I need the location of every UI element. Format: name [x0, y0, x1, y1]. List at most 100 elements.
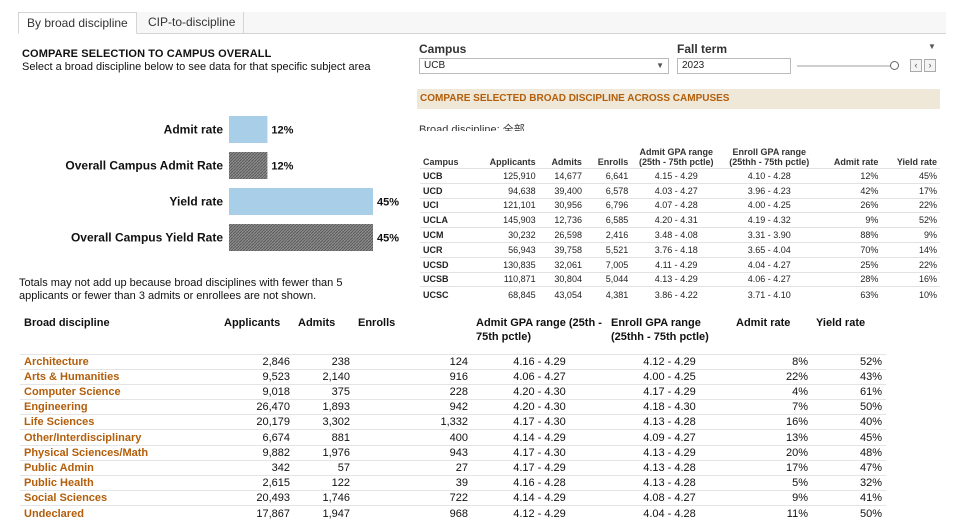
table-cell-applicants: 145,903	[472, 212, 539, 228]
table-row[interactable]: UCM 30,232 26,598 2,416 3.48 - 4.08 3.31 - 3.…	[420, 227, 940, 243]
discipline-link[interactable]: Arts & Humanities	[20, 368, 220, 385]
table-cell-admit-gpa: 4.20 - 4.30	[472, 383, 607, 400]
table-cell-enrolls: 6,796	[584, 197, 632, 213]
column-header[interactable]: Admits	[294, 316, 354, 350]
table-cell-applicants: 94,638	[472, 182, 539, 199]
discipline-link[interactable]: Undeclared	[20, 505, 220, 522]
table-cell-admits: 30,956	[538, 197, 585, 213]
bar[interactable]	[229, 188, 373, 215]
table-cell-campus: UCI	[420, 197, 473, 213]
table-cell-admit-gpa: 4.13 - 4.29	[631, 271, 722, 287]
table-cell-applicants: 125,910	[472, 168, 539, 184]
column-header: Campus	[423, 157, 459, 167]
table-row[interactable]: Computer Science 9,018 375 228 4.20 - 4.30 4.…	[20, 383, 886, 400]
table-row[interactable]: Public Admin 342 57 27 4.17 - 4.29 4.13 - 4.2…	[20, 459, 886, 476]
fall-term-value: 2023	[682, 60, 705, 71]
table-cell-enrolls: 2,416	[584, 227, 632, 243]
discipline-link[interactable]: Computer Science	[20, 383, 220, 400]
column-header[interactable]: Yield rate	[812, 316, 886, 350]
column-header[interactable]: Enrolls	[354, 316, 472, 350]
bar[interactable]	[229, 152, 268, 179]
discipline-link[interactable]: Social Sciences	[20, 490, 220, 506]
chevron-left-icon[interactable]: ‹	[910, 59, 922, 72]
chevron-right-icon[interactable]: ›	[924, 59, 936, 72]
campus-select[interactable]: UCB ▼	[419, 58, 669, 74]
column-header: Admit rate	[833, 157, 879, 167]
bar[interactable]	[229, 224, 373, 251]
table-cell-enrolls: 27	[354, 459, 472, 476]
discipline-link[interactable]: Other/Interdisciplinary	[20, 429, 220, 446]
table-row[interactable]: UCI 121,101 30,956 6,796 4.07 - 4.28 4.00 - 4…	[420, 197, 940, 213]
table-row[interactable]: UCSB 110,871 30,804 5,044 4.13 - 4.29 4.06 - …	[420, 271, 940, 287]
table-cell-yield-rate: 50%	[812, 505, 886, 522]
table-cell-admits: 122	[294, 474, 354, 491]
table-row[interactable]: Other/Interdisciplinary 6,674 881 400 4.14 -…	[20, 429, 886, 446]
table-row[interactable]: UCD 94,638 39,400 6,578 4.03 - 4.27 3.96 - 4.…	[420, 182, 940, 199]
table-row[interactable]: Social Sciences 20,493 1,746 722 4.14 - 4.29…	[20, 490, 886, 506]
table-cell-admits: 32,061	[538, 256, 585, 273]
table-row[interactable]: Architecture 2,846 238 124 4.16 - 4.29 4.12 -…	[20, 353, 886, 370]
table-cell-admit-rate: 26%	[817, 197, 882, 213]
column-header[interactable]: Enroll GPA range (25thh - 75th pctle)	[607, 316, 732, 350]
table-cell-admit-gpa: 4.20 - 4.30	[472, 399, 607, 415]
chevron-down-icon[interactable]: ▼	[928, 42, 936, 51]
term-slider-track[interactable]	[797, 65, 893, 67]
table-row[interactable]: Undeclared 17,867 1,947 968 4.12 - 4.29 4.04 …	[20, 505, 886, 522]
column-header[interactable]: Admit GPA range (25th - 75th pctle)	[472, 316, 607, 350]
table-cell-enrolls: 722	[354, 490, 472, 506]
table-cell-applicants: 9,018	[220, 383, 294, 400]
discipline-link[interactable]: Public Health	[20, 474, 220, 491]
table-cell-admit-gpa: 4.17 - 4.29	[472, 459, 607, 476]
fall-term-input[interactable]: 2023	[677, 58, 791, 74]
table-cell-admit-gpa: 3.48 - 4.08	[631, 227, 722, 243]
table-cell-yield-rate: 9%	[881, 227, 940, 243]
term-slider-handle[interactable]	[890, 61, 899, 70]
tab-by-broad-discipline[interactable]: By broad discipline	[18, 12, 137, 34]
discipline-link[interactable]: Engineering	[20, 399, 220, 415]
table-cell-admit-gpa: 4.11 - 4.29	[631, 256, 722, 273]
table-row[interactable]: UCR 56,943 39,758 5,521 3.76 - 4.18 3.65 - 4.…	[420, 241, 940, 258]
table-row[interactable]: Life Sciences 20,179 3,302 1,332 4.17 - 4.30…	[20, 414, 886, 430]
table-row[interactable]: UCSC 68,845 43,054 4,381 3.86 - 4.22 3.71 - 4…	[420, 286, 940, 302]
table-cell-admit-rate: 63%	[817, 286, 882, 302]
table-cell-enroll-gpa: 4.10 - 4.28	[721, 168, 818, 184]
table-row[interactable]: Public Health 2,615 122 39 4.16 - 4.28 4.13 -…	[20, 474, 886, 491]
table-cell-admits: 1,976	[294, 444, 354, 461]
discipline-link[interactable]: Architecture	[20, 353, 220, 370]
table-row[interactable]: Arts & Humanities 9,523 2,140 916 4.06 - 4.2…	[20, 368, 886, 385]
discipline-table: Broad discipline Applicants Admits Enrol…	[20, 316, 886, 522]
table-cell-yield-rate: 41%	[812, 490, 886, 506]
column-header[interactable]: Applicants	[220, 316, 294, 350]
table-cell-admit-gpa: 4.03 - 4.27	[631, 182, 722, 199]
bar[interactable]	[229, 116, 268, 143]
table-row[interactable]: UCSD 130,835 32,061 7,005 4.11 - 4.29 4.04 - …	[420, 256, 940, 273]
discipline-link[interactable]: Life Sciences	[20, 414, 220, 430]
table-cell-enrolls: 916	[354, 368, 472, 385]
table-row[interactable]: UCLA 145,903 12,736 6,585 4.20 - 4.31 4.19 - …	[420, 212, 940, 228]
table-cell-campus: UCLA	[420, 212, 473, 228]
table-cell-enrolls: 39	[354, 474, 472, 491]
table-cell-admit-rate: 70%	[817, 241, 882, 258]
tab-cip-to-discipline[interactable]: CIP-to-discipline	[140, 12, 245, 34]
table-cell-enroll-gpa: 4.13 - 4.28	[607, 414, 732, 430]
table-row[interactable]: UCB 125,910 14,677 6,641 4.15 - 4.29 4.10 - 4…	[420, 168, 940, 184]
table-cell-admits: 1,947	[294, 505, 354, 522]
table-cell-yield-rate: 50%	[812, 399, 886, 415]
table-cell-enroll-gpa: 4.00 - 4.25	[721, 197, 818, 213]
table-row[interactable]: Physical Sciences/Math 9,882 1,976 943 4.17 …	[20, 444, 886, 461]
column-header[interactable]: Broad discipline	[20, 316, 220, 350]
table-cell-enroll-gpa: 4.17 - 4.29	[607, 383, 732, 400]
table-row[interactable]: Engineering 26,470 1,893 942 4.20 - 4.30 4.18…	[20, 399, 886, 415]
table-cell-admit-rate: 28%	[817, 271, 882, 287]
table-cell-admits: 43,054	[538, 286, 585, 302]
table-cell-yield-rate: 10%	[881, 286, 940, 302]
column-header[interactable]: Admit rate	[732, 316, 812, 350]
table-cell-admit-gpa: 4.12 - 4.29	[472, 505, 607, 522]
table-cell-admit-gpa: 4.07 - 4.28	[631, 197, 722, 213]
discipline-link[interactable]: Physical Sciences/Math	[20, 444, 220, 461]
table-cell-campus: UCD	[420, 182, 473, 199]
table-cell-admits: 375	[294, 383, 354, 400]
table-cell-enrolls: 968	[354, 505, 472, 522]
discipline-link[interactable]: Public Admin	[20, 459, 220, 476]
table-cell-yield-rate: 45%	[881, 168, 940, 184]
